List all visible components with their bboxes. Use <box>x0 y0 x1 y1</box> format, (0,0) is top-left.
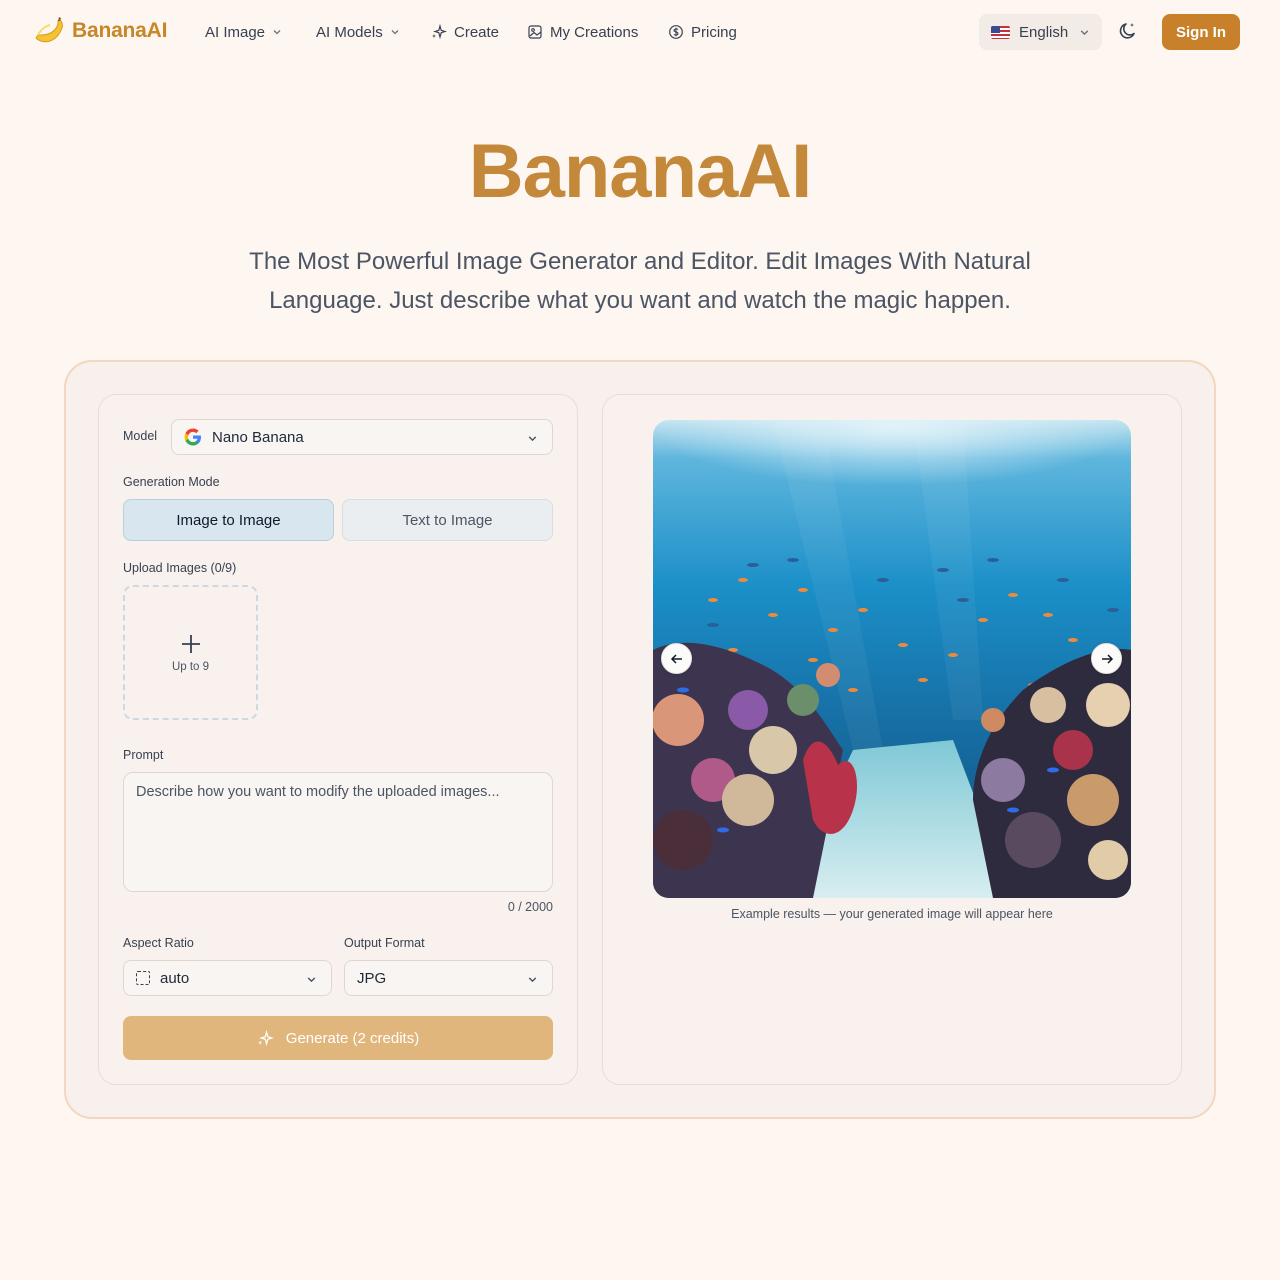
upload-hint: Up to 9 <box>171 660 210 673</box>
output-format-label: Output Format <box>344 936 425 950</box>
nav-my-creations[interactable]: My Creations <box>527 20 638 44</box>
aspect-ratio-value: auto <box>160 969 190 987</box>
sparkles-icon <box>432 24 447 40</box>
nav-create[interactable]: Create <box>431 20 499 44</box>
model-select[interactable]: Nano Banana <box>171 419 553 455</box>
nav-pricing[interactable]: Pricing <box>668 20 737 44</box>
preview-caption: Example results — your generated image w… <box>731 907 1053 921</box>
sign-in-button[interactable]: Sign In <box>1162 14 1240 50</box>
hero-subtitle: The Most Powerful Image Generator and Ed… <box>249 248 1031 314</box>
generation-mode-label: Generation Mode <box>123 475 220 489</box>
mode-text-to-image-button[interactable]: Text to Image <box>342 499 553 541</box>
nav-label: My Creations <box>550 23 639 41</box>
top-nav: BananaAI AI Image AI Models Create My Cr… <box>0 0 1280 64</box>
chevron-down-icon <box>1080 29 1089 35</box>
logo[interactable]: BananaAI <box>32 14 167 48</box>
dollar-circle-icon <box>669 25 683 39</box>
chevron-down-icon <box>307 977 316 983</box>
model-value: Nano Banana <box>212 428 304 446</box>
chevron-down-icon <box>528 436 537 442</box>
nav-label: Create <box>454 23 500 41</box>
prompt-label: Prompt <box>123 748 164 762</box>
plus-icon <box>181 634 200 653</box>
arrow-left-icon <box>670 653 682 664</box>
upload-dropzone[interactable]: Up to 9 <box>123 585 258 720</box>
output-format-value: JPG <box>357 969 387 987</box>
example-preview-image <box>653 420 1131 898</box>
sparkles-icon <box>257 1029 274 1046</box>
aspect-ratio-icon <box>136 971 150 985</box>
chevron-down-icon <box>528 977 537 983</box>
generate-label: Generate (2 credits) <box>285 1029 420 1047</box>
moon-icon[interactable] <box>1117 20 1139 42</box>
nav-ai-image[interactable]: AI Image <box>205 20 282 44</box>
prompt-input[interactable] <box>123 772 553 892</box>
us-flag-icon <box>991 25 1010 39</box>
language-label: English <box>1019 23 1069 41</box>
output-format-select[interactable]: JPG <box>344 960 553 996</box>
model-label: Model <box>123 429 158 443</box>
previous-image-button[interactable] <box>661 643 692 674</box>
next-image-button[interactable] <box>1091 643 1122 674</box>
coral-reef-image <box>653 420 1131 898</box>
google-icon <box>184 428 201 446</box>
banana-logo-icon <box>35 17 63 43</box>
aspect-ratio-select[interactable]: auto <box>123 960 332 996</box>
nav-label: AI Models <box>316 23 383 41</box>
aspect-ratio-label: Aspect Ratio <box>123 936 194 950</box>
arrow-right-icon <box>1101 653 1113 664</box>
nav-ai-models[interactable]: AI Models <box>316 20 400 44</box>
nav-label: Pricing <box>691 23 737 41</box>
chevron-down-icon <box>273 30 281 35</box>
hero-title: BananaAI <box>468 129 813 214</box>
generate-button[interactable]: Generate (2 credits) <box>123 1016 553 1060</box>
upload-images-label: Upload Images (0/9) <box>123 561 237 575</box>
chevron-down-icon <box>391 30 399 35</box>
mode-image-to-image-button[interactable]: Image to Image <box>123 499 334 541</box>
nav-label: AI Image <box>205 23 266 41</box>
prompt-char-counter: 0 / 2000 <box>507 900 553 914</box>
image-icon <box>528 25 542 39</box>
brand-name: BananaAI <box>72 19 168 42</box>
language-select[interactable]: English <box>979 14 1102 50</box>
